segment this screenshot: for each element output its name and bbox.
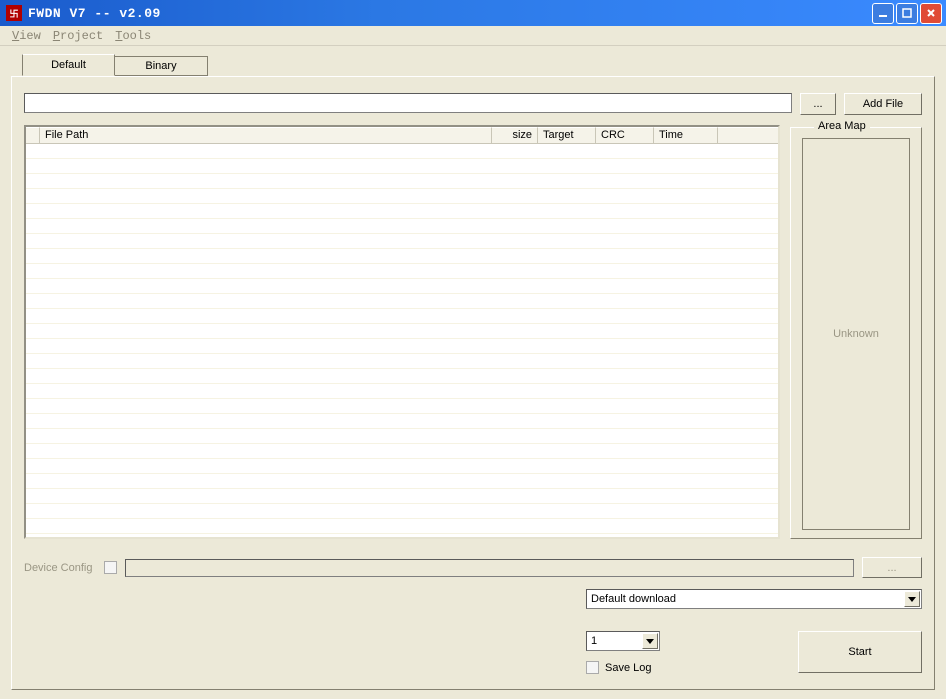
download-mode-select[interactable]: Default download: [586, 589, 922, 609]
device-config-browse-label: ...: [887, 562, 896, 574]
save-log-label: Save Log: [605, 662, 651, 674]
menu-view[interactable]: View: [6, 27, 47, 45]
col-size[interactable]: size: [492, 127, 538, 144]
start-button-label: Start: [848, 646, 871, 658]
col-time[interactable]: Time: [654, 127, 718, 144]
device-config-label: Device Config: [24, 562, 96, 574]
browse-button[interactable]: ...: [800, 93, 836, 115]
table-header: File Path size Target CRC Time: [26, 127, 778, 144]
device-config-input[interactable]: [125, 559, 854, 577]
device-config-row: Device Config ...: [24, 557, 922, 578]
bottom-col1: 1 Save Log: [586, 631, 660, 674]
tab-default-label: Default: [51, 59, 86, 71]
menu-bar: View Project Tools: [0, 26, 946, 46]
file-path-row: ... Add File: [24, 93, 922, 115]
device-config-checkbox[interactable]: [104, 561, 117, 574]
chevron-down-icon: [646, 637, 654, 645]
bottom-row: 1 Save Log Start: [586, 631, 922, 674]
start-button[interactable]: Start: [798, 631, 922, 673]
title-bar: 卐 FWDN V7 -- v2.09: [0, 0, 946, 26]
content-row: File Path size Target CRC Time Area Map …: [24, 125, 922, 545]
area-map-display: Unknown: [802, 138, 910, 530]
download-mode-dropbtn[interactable]: [904, 591, 920, 607]
count-dropbtn[interactable]: [642, 633, 658, 649]
main-panel: ... Add File File Path size Target CRC T…: [11, 76, 935, 690]
maximize-icon: [901, 7, 913, 19]
count-select[interactable]: 1: [586, 631, 660, 651]
save-log-row: Save Log: [586, 661, 660, 674]
menu-project[interactable]: Project: [47, 27, 109, 45]
menu-tools[interactable]: Tools: [109, 27, 157, 45]
col-fill: [718, 127, 778, 144]
add-file-button[interactable]: Add File: [844, 93, 922, 115]
tab-row: Default Binary: [22, 56, 208, 76]
maximize-button[interactable]: [896, 3, 918, 24]
count-value: 1: [591, 635, 597, 647]
tab-binary-label: Binary: [145, 60, 176, 72]
close-button[interactable]: [920, 3, 942, 24]
add-file-button-label: Add File: [863, 98, 903, 110]
close-icon: [925, 7, 937, 19]
device-config-browse-button[interactable]: ...: [862, 557, 922, 578]
app-icon: 卐: [6, 5, 22, 21]
window-title: FWDN V7 -- v2.09: [28, 6, 870, 21]
area-map-frame: Unknown: [790, 127, 922, 539]
minimize-button[interactable]: [872, 3, 894, 24]
chevron-down-icon: [908, 595, 916, 603]
download-mode-value: Default download: [591, 593, 676, 605]
col-check[interactable]: [26, 127, 40, 144]
minimize-icon: [877, 7, 889, 19]
area-map-group: Area Map Unknown: [790, 125, 922, 545]
tab-binary[interactable]: Binary: [115, 56, 208, 76]
area-map-label: Area Map: [814, 120, 870, 132]
tab-default[interactable]: Default: [22, 54, 115, 76]
file-path-input[interactable]: [24, 93, 792, 113]
col-crc[interactable]: CRC: [596, 127, 654, 144]
table-body[interactable]: [26, 144, 778, 537]
area-map-status: Unknown: [833, 328, 879, 340]
browse-button-label: ...: [813, 98, 822, 110]
save-log-checkbox[interactable]: [586, 661, 599, 674]
file-table[interactable]: File Path size Target CRC Time: [24, 125, 780, 539]
col-file-path[interactable]: File Path: [40, 127, 492, 144]
col-target[interactable]: Target: [538, 127, 596, 144]
download-mode-row: Default download: [586, 589, 922, 609]
